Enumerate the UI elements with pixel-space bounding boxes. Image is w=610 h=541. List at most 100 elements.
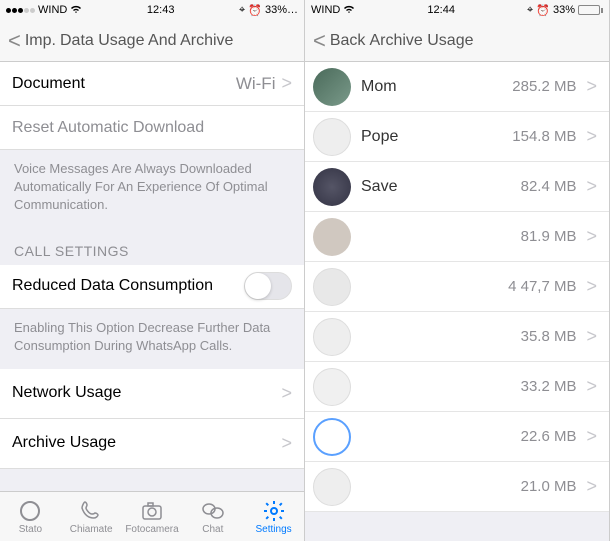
chevron-right-icon: > bbox=[586, 126, 597, 147]
status-circle-icon bbox=[18, 499, 42, 523]
tab-label: Stato bbox=[19, 524, 42, 535]
chat-name: Save bbox=[361, 178, 511, 196]
chevron-right-icon: > bbox=[586, 226, 597, 247]
back-label[interactable]: Imp. bbox=[25, 32, 56, 50]
reset-label: Reset Automatic Download bbox=[12, 119, 204, 137]
document-value: Wi-Fi bbox=[236, 74, 276, 94]
tab-label: Chat bbox=[202, 524, 223, 535]
carrier-label: WIND bbox=[38, 4, 67, 16]
battery-pct: 33% bbox=[553, 4, 575, 16]
alarm-icon: ⏰ bbox=[536, 4, 550, 17]
network-usage-row[interactable]: Network Usage > bbox=[0, 369, 304, 419]
tab-fotocamera[interactable]: Fotocamera bbox=[122, 492, 183, 541]
chevron-right-icon: > bbox=[586, 476, 597, 497]
tab-label: Fotocamera bbox=[125, 524, 178, 535]
tab-stato[interactable]: Stato bbox=[0, 492, 61, 541]
status-bar: WIND 12:43 ⌖ ⏰ 33%… bbox=[0, 0, 304, 20]
archive-row[interactable]: 81.9 MB > bbox=[305, 212, 609, 262]
chevron-right-icon: > bbox=[586, 176, 597, 197]
back-label[interactable]: Back bbox=[330, 32, 366, 50]
chevron-right-icon: > bbox=[586, 376, 597, 397]
chevron-right-icon: > bbox=[586, 76, 597, 97]
tab-chiamate[interactable]: Chiamate bbox=[61, 492, 122, 541]
chevron-right-icon: > bbox=[281, 383, 292, 404]
call-settings-header: CALL SETTINGS bbox=[0, 229, 304, 265]
location-icon: ⌖ bbox=[527, 4, 533, 17]
avatar bbox=[313, 268, 351, 306]
archive-usage-row[interactable]: Archive Usage > bbox=[0, 419, 304, 469]
reduced-data-row[interactable]: Reduced Data Consumption bbox=[0, 265, 304, 309]
network-usage-label: Network Usage bbox=[12, 384, 121, 402]
signal-icon bbox=[6, 8, 35, 13]
tab-chat[interactable]: Chat bbox=[182, 492, 243, 541]
battery-icon bbox=[578, 5, 603, 15]
gear-icon bbox=[262, 499, 286, 523]
chat-name: Pope bbox=[361, 128, 502, 146]
avatar bbox=[313, 418, 351, 456]
voice-info-text: Voice Messages Are Always Downloaded Aut… bbox=[0, 150, 304, 229]
archive-row[interactable]: 4 47,7 MB > bbox=[305, 262, 609, 312]
archive-row[interactable]: 21.0 MB > bbox=[305, 462, 609, 512]
avatar bbox=[313, 168, 351, 206]
chat-size: 81.9 MB bbox=[521, 228, 577, 245]
status-right: ⌖ ⏰ 33%… bbox=[239, 4, 298, 17]
alarm-icon: ⏰ bbox=[248, 4, 262, 17]
tab-label: Chiamate bbox=[70, 524, 113, 535]
right-screen: WIND 12:44 ⌖ ⏰ 33% < Back Archive Usage … bbox=[305, 0, 610, 541]
avatar bbox=[313, 318, 351, 356]
tab-settings[interactable]: Settings bbox=[243, 492, 304, 541]
document-label: Document bbox=[12, 75, 85, 93]
archive-row[interactable]: 35.8 MB > bbox=[305, 312, 609, 362]
avatar bbox=[313, 368, 351, 406]
nav-title: Data Usage And Archive bbox=[60, 32, 233, 50]
chat-size: 154.8 MB bbox=[512, 128, 576, 145]
battery-pct: 33%… bbox=[265, 4, 298, 16]
avatar bbox=[313, 218, 351, 256]
status-time: 12:44 bbox=[427, 4, 455, 16]
wifi-icon bbox=[70, 4, 82, 17]
status-left: WIND bbox=[311, 4, 355, 17]
chevron-right-icon: > bbox=[586, 426, 597, 447]
chat-size: 21.0 MB bbox=[521, 478, 577, 495]
chat-name: Mom bbox=[361, 78, 502, 96]
chat-size: 82.4 MB bbox=[521, 178, 577, 195]
status-left: WIND bbox=[6, 4, 82, 17]
reduced-data-toggle[interactable] bbox=[244, 272, 292, 300]
avatar bbox=[313, 68, 351, 106]
chat-size: 33.2 MB bbox=[521, 378, 577, 395]
reduced-data-label: Reduced Data Consumption bbox=[12, 277, 213, 295]
archive-row[interactable]: Mom 285.2 MB > bbox=[305, 62, 609, 112]
status-bar: WIND 12:44 ⌖ ⏰ 33% bbox=[305, 0, 609, 20]
chat-size: 4 47,7 MB bbox=[508, 278, 576, 295]
nav-title: Archive Usage bbox=[369, 32, 473, 50]
left-screen: WIND 12:43 ⌖ ⏰ 33%… < Imp. Data Usage An… bbox=[0, 0, 305, 541]
avatar bbox=[313, 118, 351, 156]
archive-list: Mom 285.2 MB > Pope 154.8 MB > Save 82.4… bbox=[305, 62, 609, 541]
carrier-label: WIND bbox=[311, 4, 340, 16]
back-chevron-icon[interactable]: < bbox=[313, 28, 326, 54]
content-area: Document Wi-Fi > Reset Automatic Downloa… bbox=[0, 62, 304, 491]
wifi-icon bbox=[343, 4, 355, 17]
camera-icon bbox=[140, 499, 164, 523]
chat-size: 22.6 MB bbox=[521, 428, 577, 445]
archive-row[interactable]: 33.2 MB > bbox=[305, 362, 609, 412]
archive-usage-label: Archive Usage bbox=[12, 434, 116, 452]
nav-bar: < Back Archive Usage bbox=[305, 20, 609, 62]
archive-row[interactable]: Save 82.4 MB > bbox=[305, 162, 609, 212]
chat-size: 285.2 MB bbox=[512, 78, 576, 95]
chevron-right-icon: > bbox=[586, 276, 597, 297]
chevron-right-icon: > bbox=[281, 73, 292, 94]
reset-download-row[interactable]: Reset Automatic Download bbox=[0, 106, 304, 150]
archive-row[interactable]: 22.6 MB > bbox=[305, 412, 609, 462]
tab-bar: Stato Chiamate Fotocamera Chat Settings bbox=[0, 491, 304, 541]
status-right: ⌖ ⏰ 33% bbox=[527, 4, 603, 17]
back-chevron-icon[interactable]: < bbox=[8, 28, 21, 54]
document-row[interactable]: Document Wi-Fi > bbox=[0, 62, 304, 106]
archive-row[interactable]: Pope 154.8 MB > bbox=[305, 112, 609, 162]
reduced-info-text: Enabling This Option Decrease Further Da… bbox=[0, 309, 304, 369]
status-time: 12:43 bbox=[147, 4, 175, 16]
nav-bar: < Imp. Data Usage And Archive bbox=[0, 20, 304, 62]
phone-icon bbox=[79, 499, 103, 523]
chat-size: 35.8 MB bbox=[521, 328, 577, 345]
chat-bubbles-icon bbox=[201, 499, 225, 523]
